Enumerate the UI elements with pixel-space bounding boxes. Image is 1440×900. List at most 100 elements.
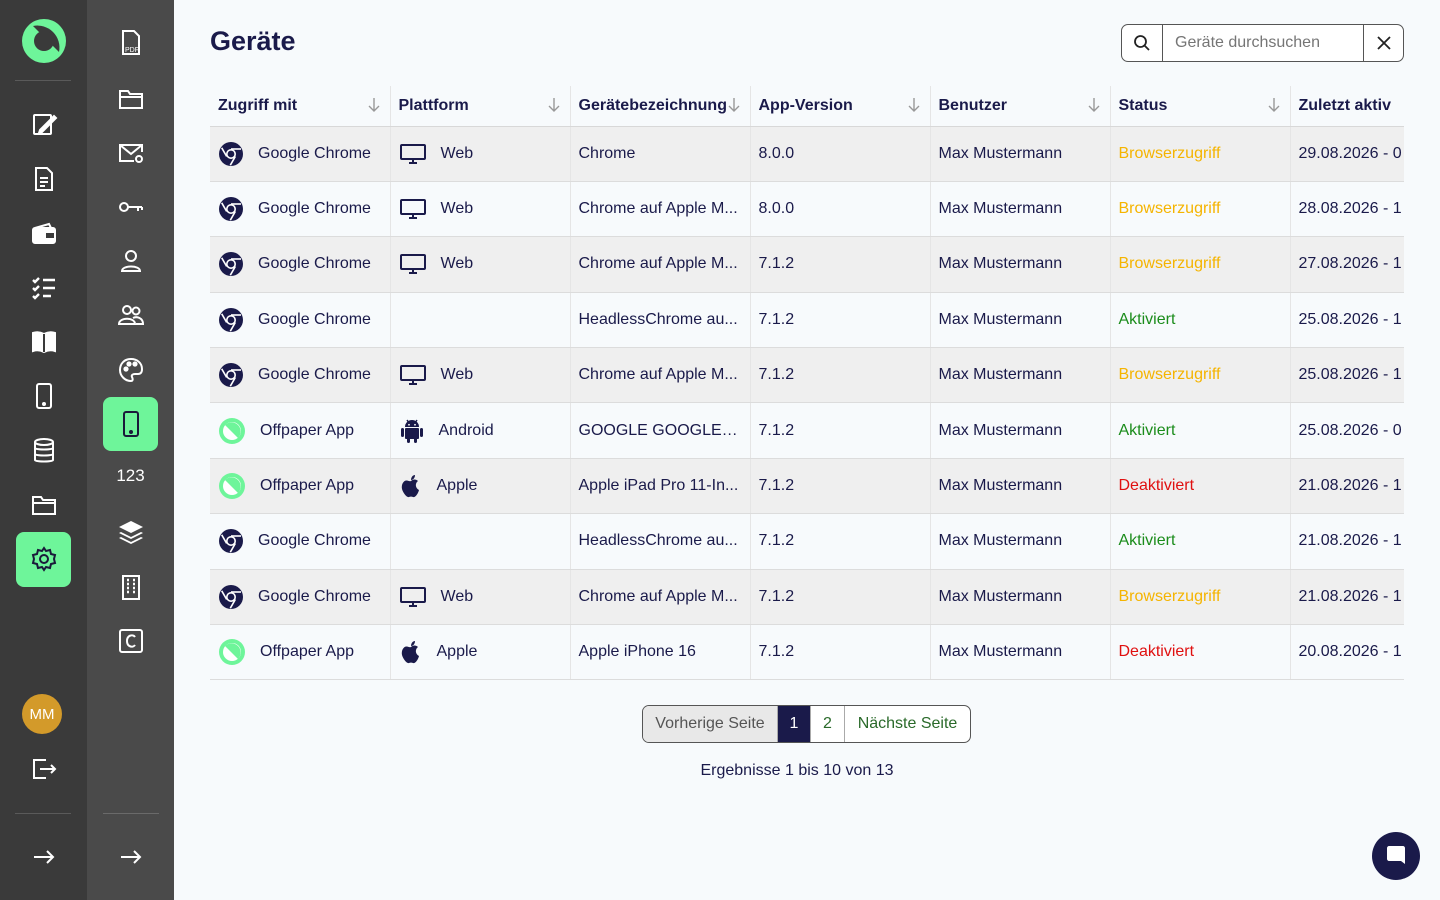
logout-icon[interactable] <box>26 751 62 787</box>
app-version-cell: 7.1.2 <box>750 513 931 570</box>
table-row[interactable]: Google Chrome Web Chrome 8.0.0 Max Musterman… <box>210 126 1404 182</box>
edit-document-icon[interactable] <box>26 106 62 142</box>
platform-cell: Web <box>390 569 571 626</box>
user-cell: Max Mustermann <box>930 402 1111 459</box>
column-header[interactable]: Zuletzt aktiv <box>1290 86 1404 127</box>
access-cell: Offpaper App <box>210 402 391 459</box>
status-cell: Deaktiviert <box>1110 458 1291 515</box>
number-range-item[interactable]: 123 <box>103 466 158 486</box>
folder-icon[interactable] <box>26 487 62 523</box>
table-row[interactable]: Google Chrome HeadlessChrome au... 7.1.2 Ma… <box>210 513 1404 570</box>
column-header[interactable]: Zugriff mit <box>210 86 391 127</box>
svg-text:PDF: PDF <box>125 47 139 54</box>
device-name-cell: Apple iPad Pro 11-In... <box>570 458 751 515</box>
table-row[interactable]: Offpaper App Apple Apple iPhone 16 7.1.2 Max… <box>210 624 1404 681</box>
column-header[interactable]: Plattform <box>390 86 571 127</box>
previous-page-button[interactable]: Vorherige Seite <box>643 706 778 742</box>
user-cell: Max Mustermann <box>930 292 1111 349</box>
user-cell: Max Mustermann <box>930 569 1111 626</box>
access-cell: Google Chrome <box>210 513 391 570</box>
status-cell: Aktiviert <box>1110 513 1291 570</box>
building-icon[interactable] <box>113 569 149 605</box>
settings-gear-icon[interactable] <box>26 541 62 577</box>
clear-search-button[interactable] <box>1363 25 1403 61</box>
settings-sidebar: PDF 123 <box>87 0 174 900</box>
app-version-cell: 8.0.0 <box>750 181 931 238</box>
table-row[interactable]: Google Chrome Web Chrome auf Apple M... 7.1… <box>210 569 1404 626</box>
smartphone-icon[interactable] <box>113 406 149 442</box>
device-name-cell: GOOGLE GOOGLE s... <box>570 402 751 459</box>
search-button[interactable] <box>1122 25 1163 61</box>
wallet-icon[interactable] <box>26 216 62 252</box>
smartphone-icon[interactable] <box>26 378 62 414</box>
column-header[interactable]: Status <box>1110 86 1291 127</box>
access-cell: Google Chrome <box>210 569 391 626</box>
app-version-cell: 7.1.2 <box>750 402 931 459</box>
next-page-button[interactable]: Nächste Seite <box>845 706 970 742</box>
table-row[interactable]: Google Chrome Web Chrome auf Apple M... 7.1… <box>210 236 1404 293</box>
column-header[interactable]: App-Version <box>750 86 931 127</box>
key-icon[interactable] <box>113 189 149 225</box>
expand-arrow-icon[interactable] <box>113 839 149 875</box>
sort-arrow-icon[interactable] <box>908 97 920 118</box>
chat-button[interactable] <box>1372 832 1420 880</box>
platform-cell: Web <box>390 126 571 182</box>
sort-arrow-icon[interactable] <box>1088 97 1100 118</box>
offpaper-logo-icon[interactable] <box>21 18 67 64</box>
email-at-icon[interactable] <box>113 135 149 171</box>
table-row[interactable]: Google Chrome HeadlessChrome au... 7.1.2 Ma… <box>210 292 1404 349</box>
user-cell: Max Mustermann <box>930 126 1111 182</box>
sort-arrow-icon[interactable] <box>548 97 560 118</box>
page-2-button[interactable]: 2 <box>811 706 845 742</box>
last-active-cell: 21.08.2026 - 1 <box>1290 513 1404 570</box>
user-cell: Max Mustermann <box>930 513 1111 570</box>
monitor-icon <box>399 197 427 221</box>
platform-cell: Apple <box>390 458 571 515</box>
table-row[interactable]: Offpaper App Apple Apple iPad Pro 11-In...… <box>210 458 1404 515</box>
table-row[interactable]: Google Chrome Web Chrome auf Apple M... 8.0… <box>210 181 1404 238</box>
apple-icon <box>399 638 423 666</box>
platform-cell: Web <box>390 181 571 238</box>
access-cell: Google Chrome <box>210 181 391 238</box>
open-folder-icon[interactable] <box>113 81 149 117</box>
checklist-icon[interactable] <box>26 270 62 306</box>
copyright-box-icon[interactable] <box>113 623 149 659</box>
last-active-cell: 25.08.2026 - 1 <box>1290 292 1404 349</box>
table-row[interactable]: Google Chrome Web Chrome auf Apple M... 7.1… <box>210 347 1404 404</box>
sort-arrow-icon[interactable] <box>728 97 740 118</box>
app-version-cell: 7.1.2 <box>750 569 931 626</box>
status-cell: Aktiviert <box>1110 402 1291 459</box>
avatar[interactable]: MM <box>22 694 62 734</box>
offpaper-icon <box>218 417 246 445</box>
user-cell: Max Mustermann <box>930 181 1111 238</box>
user-group-icon[interactable] <box>113 297 149 333</box>
platform-cell: Apple <box>390 624 571 681</box>
sort-arrow-icon[interactable] <box>368 97 380 118</box>
column-header[interactable]: Benutzer <box>930 86 1111 127</box>
column-header-label: Benutzer <box>938 96 1007 114</box>
layers-icon[interactable] <box>113 514 149 550</box>
chrome-icon <box>218 528 244 554</box>
sidebar-divider <box>103 813 159 814</box>
database-icon[interactable] <box>26 433 62 469</box>
chrome-icon <box>218 584 244 610</box>
palette-icon[interactable] <box>113 352 149 388</box>
user-icon[interactable] <box>113 243 149 279</box>
book-icon[interactable] <box>26 324 62 360</box>
device-name-cell: Chrome auf Apple M... <box>570 181 751 238</box>
document-list-icon[interactable] <box>26 161 62 197</box>
column-header[interactable]: Gerätebezeichnung <box>570 86 751 127</box>
expand-arrow-icon[interactable] <box>26 839 62 875</box>
app-version-cell: 7.1.2 <box>750 236 931 293</box>
results-summary: Ergebnisse 1 bis 10 von 13 <box>700 762 894 779</box>
app-version-cell: 7.1.2 <box>750 458 931 515</box>
platform-cell: Android <box>390 402 571 459</box>
platform-cell: Web <box>390 347 571 404</box>
platform-cell <box>390 513 571 570</box>
search-input[interactable] <box>1163 25 1363 61</box>
page-1-button[interactable]: 1 <box>778 706 811 742</box>
primary-sidebar: MM <box>0 0 87 900</box>
table-row[interactable]: Offpaper App Android GOOGLE GOOGLE s... 7.1… <box>210 402 1404 459</box>
sort-arrow-icon[interactable] <box>1268 97 1280 118</box>
pdf-document-icon[interactable]: PDF <box>113 25 149 61</box>
